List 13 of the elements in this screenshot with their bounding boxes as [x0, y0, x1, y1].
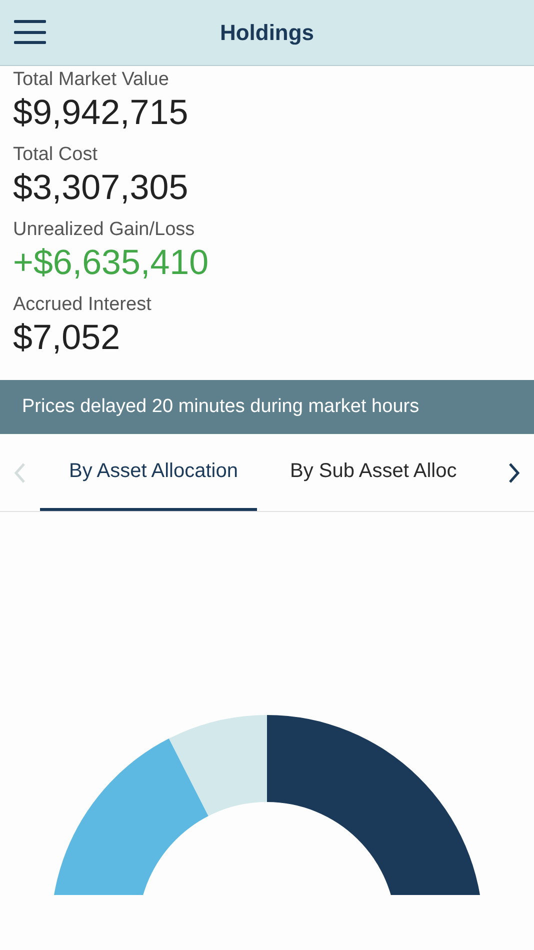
tab[interactable]: By Sub Asset Alloc	[260, 434, 476, 511]
page-title: Holdings	[220, 20, 314, 46]
stat-label: Total Cost	[13, 144, 98, 166]
stat-value: $7,052	[13, 318, 122, 358]
stat-label: Unrealized Gain/Loss	[13, 219, 196, 241]
tab[interactable]: By Asset Allocation	[40, 434, 257, 511]
stat-label: Total Market Value	[13, 69, 170, 91]
stat-value: +$6,635,410	[13, 243, 210, 283]
stat-value: $3,307,305	[13, 168, 190, 208]
notice-banner: Prices delayed 20 minutes during market hours	[0, 380, 534, 434]
stat-value: $9,942,715	[13, 93, 190, 133]
stat-label: Accrued Interest	[13, 294, 152, 316]
menu-icon[interactable]	[14, 20, 46, 44]
